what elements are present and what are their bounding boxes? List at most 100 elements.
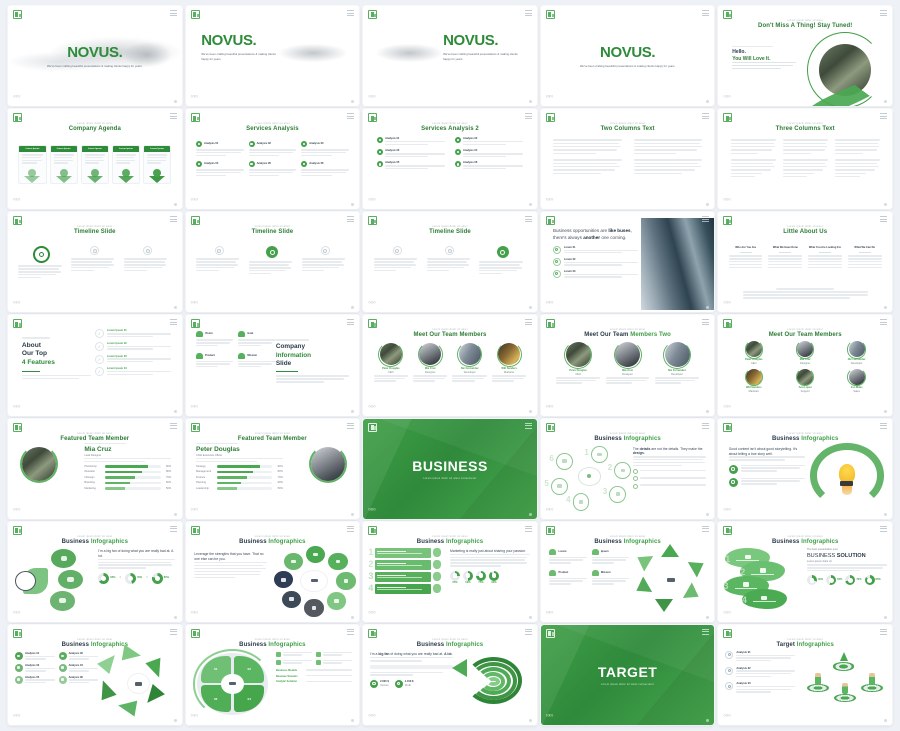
stay-tuned-slide[interactable]: ∞∞ Lorem ipsum dolor sit amet Don't Miss A… [718, 6, 892, 107]
agenda-card[interactable]: Lorem Ipsum [49, 145, 78, 184]
hamburger-menu-icon[interactable] [169, 10, 177, 17]
hamburger-menu-icon[interactable] [702, 113, 710, 120]
hamburger-menu-icon[interactable] [524, 628, 532, 636]
service-item[interactable]: Analysis 01 [196, 141, 244, 157]
timeline-slide-2[interactable]: ∞∞ Lorem ipsum dolor sit amet Timeline Sli… [185, 212, 360, 313]
slide-menu[interactable] [524, 10, 532, 17]
business-infographics-pinwheel-slide[interactable]: ∞∞ Lorem ipsum dolor sit amet Business Inf… [8, 624, 182, 725]
hamburger-menu-icon[interactable] [702, 319, 710, 326]
diagram-node[interactable] [551, 477, 568, 495]
meet-our-team-members-slide[interactable]: ∞∞ Lorem ipsum dolor sit amet Meet Our Tea… [363, 315, 537, 416]
recycle-item[interactable]: Lorem [549, 548, 587, 565]
slide-menu[interactable] [524, 422, 532, 430]
diagram-node[interactable] [614, 461, 632, 479]
timeline-badge[interactable] [214, 246, 224, 256]
checklist-item[interactable]: ✓ Lorem Ipsum 04 [94, 367, 172, 377]
recycle-item[interactable]: Ipsum [591, 548, 630, 565]
hamburger-menu-icon[interactable] [880, 216, 887, 223]
hamburger-menu-icon[interactable] [169, 113, 177, 120]
hamburger-menu-icon[interactable] [169, 422, 177, 430]
slide-menu[interactable] [524, 319, 532, 326]
cover-novus-plain[interactable]: ∞∞ NOVUS. We've been crafting beautiful pr… [540, 6, 715, 107]
step-row[interactable]: 3 [368, 571, 442, 582]
timeline-step[interactable] [196, 246, 243, 272]
hamburger-menu-icon[interactable] [524, 10, 532, 17]
hamburger-menu-icon[interactable] [524, 113, 532, 120]
slide-menu[interactable] [524, 628, 532, 636]
slide-menu[interactable] [880, 628, 887, 636]
hamburger-menu-icon[interactable] [347, 113, 355, 120]
agenda-card[interactable]: Lorem Ipsum [80, 145, 109, 184]
hamburger-menu-icon[interactable] [169, 319, 177, 326]
legend-item[interactable] [275, 659, 313, 665]
pinwheel-item[interactable]: Analysis 05 [14, 675, 55, 685]
hamburger-menu-icon[interactable] [347, 628, 355, 636]
timeline-step[interactable] [248, 246, 296, 275]
agenda-card[interactable]: Lorem Ipsum [143, 145, 172, 184]
timeline-step[interactable] [301, 246, 349, 272]
hamburger-menu-icon[interactable] [702, 216, 710, 223]
blob-step[interactable] [741, 589, 787, 609]
slide-menu[interactable] [169, 422, 177, 430]
slide-menu[interactable] [880, 525, 887, 533]
timeline-badge[interactable] [266, 246, 279, 259]
hamburger-menu-icon[interactable] [524, 422, 532, 430]
bullet-item[interactable] [632, 476, 706, 482]
hamburger-menu-icon[interactable] [702, 525, 710, 533]
timeline-badge[interactable] [33, 246, 51, 264]
diagram-node[interactable] [556, 452, 573, 470]
wheel-node[interactable] [328, 552, 348, 571]
hamburger-menu-icon[interactable] [880, 422, 887, 430]
agenda-card[interactable]: Lorem Ipsum [18, 145, 47, 184]
company-agenda-slide[interactable]: ∞∞ Lorem ipsum dolor sit amet Company Agen… [8, 109, 182, 210]
slide-menu[interactable] [169, 628, 177, 636]
bullet-item[interactable] [632, 469, 706, 475]
pinwheel-item[interactable]: Analysis 03 [14, 663, 55, 673]
business-infographics-steps-slide[interactable]: ∞∞ Lorem ipsum dolor sit amet Business Inf… [363, 521, 537, 622]
slide-menu[interactable] [347, 216, 355, 223]
featured-team-member-mia-cruz-slide[interactable]: ∞∞ Lorem ipsum dolor sit amet Featured Tea… [8, 418, 182, 519]
cover-novus-ink[interactable]: ∞∞ NOVUS. We've been crafting beautiful pr… [8, 6, 182, 107]
hamburger-menu-icon[interactable] [524, 216, 532, 223]
legend-item[interactable] [316, 659, 353, 665]
services-analysis-2-slide[interactable]: ∞∞ Lorem ipsum dolor sit amet Services Ana… [363, 109, 537, 210]
step-row[interactable]: 4 [368, 583, 442, 594]
target-infographics-slide[interactable]: ∞∞ Lorem ipsum dolor sit amet Target Infog… [718, 624, 892, 725]
slide-menu[interactable] [169, 216, 177, 223]
slide-menu[interactable] [702, 216, 710, 223]
timeline-slide-3[interactable]: ∞∞ Lorem ipsum dolor sit amet Timeline Sli… [363, 212, 537, 313]
three-columns-text-slide[interactable]: ∞∞ Lorem ipsum dolor sit amet Three Column… [718, 109, 892, 210]
recycle-item[interactable]: Mission [591, 569, 630, 586]
target-item[interactable]: Analysis 01 [725, 650, 795, 663]
timeline-badge[interactable] [90, 246, 100, 256]
hamburger-menu-icon[interactable] [169, 216, 177, 223]
step-row[interactable]: 2 [368, 559, 442, 570]
pinwheel-item[interactable]: Analysis 02 [58, 651, 99, 661]
two-columns-text-slide[interactable]: ∞∞ Lorem ipsum dolor sit amet Two Columns … [540, 109, 715, 210]
slide-menu[interactable] [347, 113, 355, 120]
hamburger-menu-icon[interactable] [880, 628, 887, 636]
featured-team-member-peter-douglas-slide[interactable]: ∞∞ Lorem ipsum dolor sit amet Featured Tea… [185, 418, 360, 519]
pinwheel-item[interactable]: Analysis 04 [58, 663, 99, 673]
slide-menu[interactable] [702, 113, 710, 120]
team-member[interactable]: Peter Douglas CEO [556, 340, 600, 385]
business-infographics-spiral-slide[interactable]: ∞∞ Lorem ipsum dolor sit amet Business Inf… [363, 624, 537, 725]
hamburger-menu-icon[interactable] [169, 628, 177, 636]
hamburger-menu-icon[interactable] [347, 525, 355, 533]
timeline-badge[interactable] [445, 246, 455, 256]
team-member[interactable]: Nic Fernandez Developer [833, 340, 879, 366]
team-member[interactable]: Will Sanders Marketer [491, 341, 527, 383]
business-infographics-circle-slide[interactable]: ∞∞ Lorem ipsum dolor sit amet Business Inf… [540, 418, 715, 519]
wheel-node[interactable] [283, 552, 303, 571]
wheel-node[interactable] [336, 572, 356, 590]
agenda-card[interactable]: Lorem Ipsum [111, 145, 141, 184]
team-member[interactable]: Nic Fernandez Developer [452, 341, 487, 383]
slide-menu[interactable] [880, 422, 887, 430]
quote-list-item[interactable]: Lorem 02 [552, 257, 638, 267]
hamburger-menu-icon[interactable] [880, 10, 887, 17]
hamburger-menu-icon[interactable] [880, 525, 887, 533]
slide-menu[interactable] [347, 319, 355, 326]
checklist-item[interactable]: ✓ Lorem Ipsum 01 [94, 329, 172, 339]
business-section-break-slide[interactable]: ∞∞ BUSINESS Lorem ipsum dolor sit amet con… [363, 418, 537, 519]
service-item[interactable]: Analysis 02 [454, 137, 523, 146]
